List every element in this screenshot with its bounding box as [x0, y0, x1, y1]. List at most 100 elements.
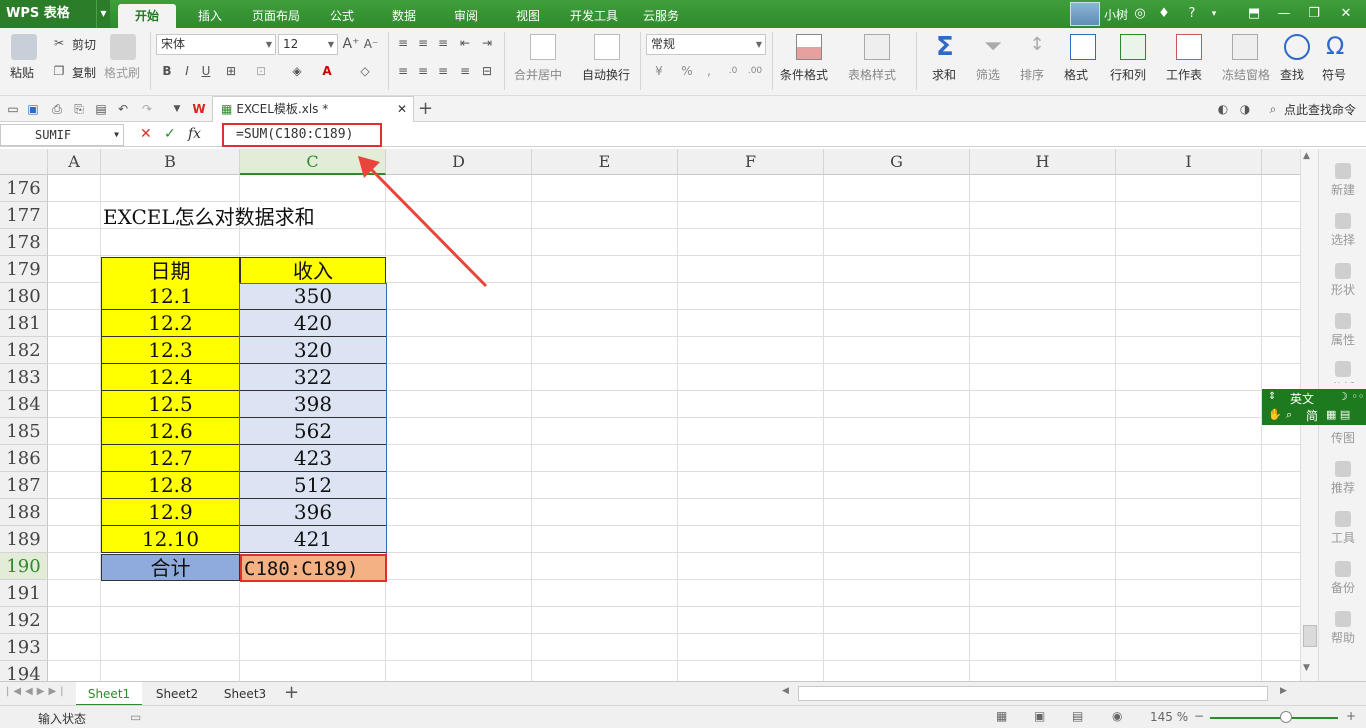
increase-decimal-icon[interactable]: .0	[724, 62, 742, 80]
ime-language[interactable]: 英文	[1290, 390, 1314, 407]
fill-color-icon[interactable]: ◈	[288, 62, 306, 80]
zoom-slider-thumb[interactable]	[1280, 711, 1292, 723]
ime-grid-icon[interactable]: ▦ ▤	[1326, 408, 1350, 421]
income-cell[interactable]: 562	[240, 418, 386, 445]
name-box[interactable]: SUMIF ▼	[0, 124, 124, 146]
tab-formula[interactable]: 公式	[318, 4, 366, 28]
date-cell[interactable]: 12.8	[101, 472, 240, 499]
side-upload-image[interactable]: 传图	[1319, 429, 1366, 446]
row-header[interactable]: 178	[0, 229, 48, 256]
column-header[interactable]: B	[101, 149, 240, 175]
symbol-button[interactable]: 符号	[1322, 66, 1346, 83]
hscroll-right-icon[interactable]: ▶	[1280, 686, 1287, 696]
row-header[interactable]: 176	[0, 175, 48, 202]
normal-view-icon[interactable]: ▦	[996, 709, 1007, 723]
filter-icon[interactable]: ⏷	[980, 34, 1006, 60]
row-header[interactable]: 183	[0, 364, 48, 391]
zoom-in-icon[interactable]: +	[1346, 709, 1356, 723]
find-icon[interactable]	[1284, 34, 1310, 60]
column-header[interactable]: E	[532, 149, 678, 175]
maximize-icon[interactable]: ❐	[1304, 4, 1324, 24]
column-header[interactable]: G	[824, 149, 970, 175]
column-header[interactable]: H	[970, 149, 1116, 175]
row-header[interactable]: 184	[0, 391, 48, 418]
tab-cloud[interactable]: 云服务	[636, 4, 686, 28]
sort-icon[interactable]: ↕	[1024, 34, 1050, 60]
cloth-icon[interactable]: ♦	[1154, 4, 1174, 24]
row-header[interactable]: 181	[0, 310, 48, 337]
ime-hand-icon[interactable]: ✋	[1268, 408, 1282, 421]
copy-button[interactable]: 复制	[72, 64, 96, 81]
wrap-text-button[interactable]: 自动换行	[582, 66, 630, 83]
date-cell[interactable]: 12.5	[101, 391, 240, 418]
side-new[interactable]: 新建	[1319, 163, 1366, 198]
merge-center-icon[interactable]	[530, 34, 556, 60]
tab-insert[interactable]: 插入	[186, 4, 234, 28]
undo-icon[interactable]: ↶	[114, 100, 132, 118]
row-header[interactable]: 188	[0, 499, 48, 526]
tab-data[interactable]: 数据	[380, 4, 428, 28]
align-bottom-icon[interactable]: ≡	[434, 34, 452, 52]
worksheet-icon[interactable]	[1176, 34, 1202, 60]
currency-icon[interactable]: ¥	[650, 62, 668, 80]
align-middle-icon[interactable]: ≡	[414, 34, 432, 52]
confirm-edit-button[interactable]: ✓	[164, 126, 176, 142]
help-icon[interactable]: ?	[1182, 4, 1202, 24]
justify-icon[interactable]: ≡	[456, 62, 474, 80]
sort-button[interactable]: 排序	[1020, 66, 1044, 83]
reading-view-icon[interactable]: ▤	[1072, 709, 1083, 723]
number-format-select[interactable]: 常规 ▼	[646, 34, 766, 55]
row-header[interactable]: 192	[0, 607, 48, 634]
font-color-button[interactable]: A	[318, 62, 336, 80]
conditional-format-icon[interactable]	[796, 34, 822, 60]
comma-button[interactable]: ,	[700, 62, 718, 80]
table-style-button[interactable]: 表格样式	[848, 66, 896, 83]
skin-toggle-icon[interactable]: ◑	[1236, 100, 1254, 118]
layout-icon[interactable]: ◐	[1214, 100, 1232, 118]
select-all-corner[interactable]	[0, 149, 48, 175]
user-name[interactable]: 小树	[1104, 6, 1128, 23]
command-search-input[interactable]: 点此查找命令	[1284, 101, 1356, 118]
document-tab[interactable]: ▦ EXCEL模板.xls * ✕	[212, 96, 414, 122]
row-header[interactable]: 189	[0, 526, 48, 553]
date-cell[interactable]: 12.3	[101, 337, 240, 364]
filter-button[interactable]: 筛选	[976, 66, 1000, 83]
format-painter-button[interactable]: 格式刷	[104, 64, 140, 81]
sheet-title-cell[interactable]: EXCEL怎么对数据求和	[103, 204, 315, 231]
income-cell[interactable]: 322	[240, 364, 386, 391]
restore-ribbon-icon[interactable]: ⬒	[1244, 4, 1264, 24]
distribute-icon[interactable]: ⊟	[478, 62, 496, 80]
hscroll-left-icon[interactable]: ◀	[782, 686, 789, 696]
date-cell[interactable]: 12.2	[101, 310, 240, 337]
paste-icon[interactable]	[11, 34, 37, 60]
row-header[interactable]: 191	[0, 580, 48, 607]
income-cell[interactable]: 423	[240, 445, 386, 472]
tab-home[interactable]: 开始	[118, 4, 176, 28]
help-dropdown-icon[interactable]: ▾	[1204, 4, 1224, 24]
sheet-nav-arrows-icon[interactable]: |◀◀▶▶|	[6, 686, 68, 697]
tab-review[interactable]: 审阅	[442, 4, 490, 28]
merge-center-button[interactable]: 合并居中	[514, 66, 562, 83]
open-icon[interactable]: ▭	[4, 100, 22, 118]
close-icon[interactable]: ✕	[1336, 4, 1356, 24]
print-icon[interactable]: ⎘	[70, 100, 88, 118]
rows-cols-button[interactable]: 行和列	[1110, 66, 1146, 83]
save-icon[interactable]: ▣	[24, 100, 42, 118]
cancel-edit-button[interactable]: ✕	[140, 126, 152, 142]
customize-dropdown-icon[interactable]: ▼	[168, 100, 186, 118]
ime-toolbar[interactable]: ⇕ 英文 ☽ ◦◦ ✋ ⌕ 简 ▦ ▤	[1262, 389, 1366, 425]
zoom-out-icon[interactable]: −	[1194, 709, 1204, 723]
cut-button[interactable]: 剪切	[72, 36, 96, 53]
zoom-slider[interactable]	[1210, 717, 1338, 719]
side-backup[interactable]: 备份	[1319, 561, 1366, 596]
zoom-level[interactable]: 145 %	[1150, 710, 1188, 724]
minimize-icon[interactable]: —	[1274, 4, 1294, 24]
decrease-decimal-icon[interactable]: .00	[746, 62, 764, 80]
font-grow-icon[interactable]: A⁺	[342, 35, 360, 53]
export-icon[interactable]: ⎙	[48, 100, 66, 118]
side-analysis[interactable]: 分析	[1319, 361, 1366, 383]
tab-page-layout[interactable]: 页面布局	[244, 4, 308, 28]
total-edit-cell[interactable]: C180:C189)	[240, 554, 387, 582]
column-header[interactable]: F	[678, 149, 824, 175]
font-size-select[interactable]: 12 ▼	[278, 34, 338, 55]
